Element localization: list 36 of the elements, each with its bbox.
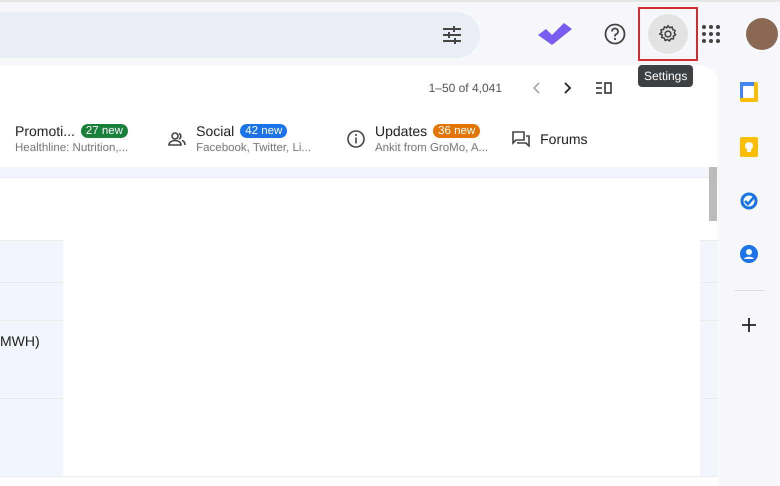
add-icon[interactable]: [742, 318, 756, 332]
category-tab[interactable]: Forums: [512, 130, 588, 146]
scrollbar-thumb[interactable]: [709, 167, 717, 221]
category-tab[interactable]: Promoti... 27 new Healthline: Nutrition,...: [15, 123, 128, 154]
apps-grid-icon[interactable]: [702, 25, 720, 43]
calendar-icon[interactable]: [740, 82, 758, 102]
tab-snippet: Healthline: Nutrition,...: [15, 142, 128, 154]
tooltip: Settings: [638, 65, 694, 87]
info-icon: [346, 130, 365, 148]
pagination-text: 1–50 of 4,041: [428, 81, 502, 95]
help-icon[interactable]: [604, 23, 626, 45]
split-pane-icon[interactable]: [596, 82, 612, 94]
new-count-badge: 36 new: [433, 124, 480, 138]
category-tab[interactable]: Updates 36 new Ankit from GroMo, A...: [346, 123, 488, 154]
check-circle-icon[interactable]: [740, 192, 758, 210]
chat-bubbles-icon: [512, 130, 530, 146]
email-subject-text: MWH): [0, 333, 40, 349]
tab-snippet: Facebook, Twitter, Li...: [196, 142, 311, 154]
tab-title: Updates: [374, 123, 428, 139]
settings-button[interactable]: [648, 14, 688, 54]
tab-title: Social: [196, 123, 234, 139]
new-count-badge: 42 new: [240, 124, 288, 138]
tab-title: Forums: [540, 130, 588, 146]
next-page-icon[interactable]: [564, 82, 572, 94]
category-tab[interactable]: Social 42 new Facebook, Twitter, Li...: [168, 123, 311, 154]
settings-icon: [658, 24, 678, 44]
tab-title: Promoti...: [15, 123, 75, 139]
new-count-badge: 27 new: [80, 124, 128, 138]
checkmark-logo-icon[interactable]: [538, 23, 572, 45]
contacts-icon[interactable]: [740, 245, 758, 263]
people-icon: [168, 132, 186, 146]
filter-options-icon[interactable]: [442, 26, 462, 44]
previous-page-icon[interactable]: [532, 82, 540, 94]
avatar[interactable]: [746, 18, 778, 50]
highlight-frame: [638, 7, 698, 61]
tab-snippet: Ankit from GroMo, A...: [374, 142, 488, 154]
